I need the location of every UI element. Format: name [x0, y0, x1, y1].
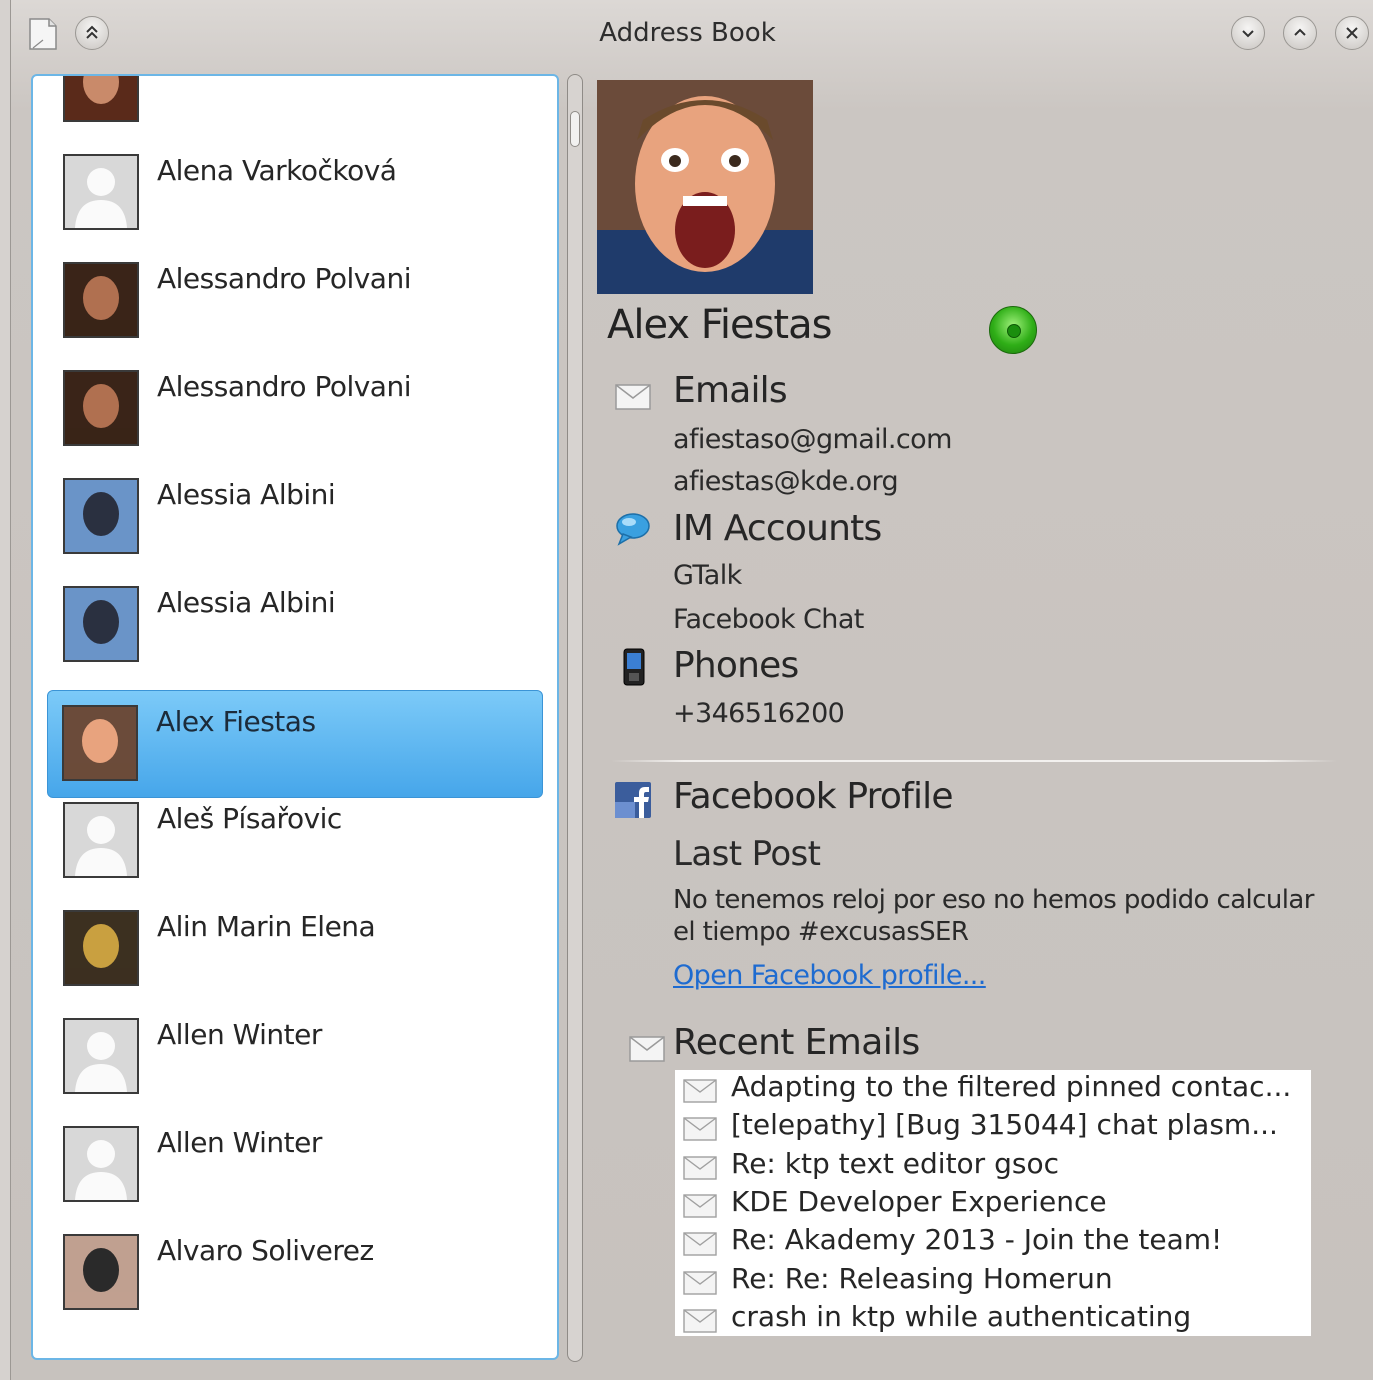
recent-email-subject: Re: Re: Releasing Homerun — [731, 1261, 1113, 1295]
avatar — [62, 705, 138, 781]
contact-list[interactable]: Alena Varkočková Alena Varkočková Alessand… — [31, 74, 559, 1360]
scrollbar-thumb[interactable] — [570, 111, 580, 147]
contact-list-item[interactable]: Alessia Albini — [49, 572, 545, 680]
contact-list-item[interactable]: Alena Varkočková — [49, 76, 545, 140]
avatar — [63, 1018, 139, 1094]
recent-emails-list[interactable]: Adapting to the filtered pinned contac..… — [675, 1070, 1311, 1336]
contact-list-item[interactable]: Alessia Albini — [49, 464, 545, 572]
contact-name-label: Allen Winter — [157, 1018, 322, 1051]
user-placeholder-icon — [65, 1128, 137, 1200]
contact-name-label: Alessia Albini — [157, 586, 336, 619]
avatar — [63, 586, 139, 662]
recent-email-subject: KDE Developer Experience — [731, 1184, 1107, 1218]
contact-list-item[interactable]: Alessandro Polvani — [49, 248, 545, 356]
recent-email-subject: Re: ktp text editor gsoc — [731, 1146, 1059, 1180]
address-book-window: Address Book Alena VarkočkováAlena Varko… — [10, 0, 1373, 1380]
emails-title: Emails — [673, 370, 788, 411]
chat-bubble-icon — [616, 513, 650, 546]
email-address[interactable]: afiestas@kde.org — [673, 466, 899, 497]
user-placeholder-icon — [65, 1020, 137, 1092]
avatar — [63, 1126, 139, 1202]
contact-name-label: Alessandro Polvani — [157, 370, 412, 403]
recent-email-subject: [telepathy] [Bug 315044] chat plasm... — [731, 1108, 1278, 1142]
avatar — [63, 76, 139, 122]
facebook-icon — [615, 782, 651, 818]
recent-email-item[interactable]: Re: Re: Releasing Homerun — [675, 1262, 1311, 1300]
recent-email-subject: Re: Akademy 2013 - Join the team! — [731, 1223, 1223, 1257]
close-button[interactable] — [1335, 16, 1369, 50]
recent-email-item[interactable]: KDE Developer Experience — [675, 1185, 1311, 1223]
avatar — [63, 370, 139, 446]
user-placeholder-icon — [65, 156, 137, 228]
avatar — [63, 802, 139, 878]
im-accounts-title: IM Accounts — [673, 508, 882, 549]
email-icon — [683, 1194, 717, 1218]
open-facebook-profile-link[interactable]: Open Facebook profile... — [673, 960, 986, 991]
avatar — [63, 154, 139, 230]
phones-title: Phones — [673, 645, 799, 686]
contact-name-label: Alena Varkočková — [157, 154, 397, 187]
contact-name: Alex Fiestas — [607, 302, 832, 348]
phone-icon — [623, 648, 645, 686]
recent-email-item[interactable]: Re: Akademy 2013 - Join the team! — [675, 1223, 1311, 1261]
contact-name-label: Alessia Albini — [157, 478, 336, 511]
contact-name-label: Alvaro Soliverez — [157, 1234, 374, 1267]
email-icon — [683, 1232, 717, 1256]
contact-list-item[interactable]: Alena Varkočková — [49, 140, 545, 248]
chevron-down-icon — [1242, 30, 1254, 38]
close-icon — [1346, 27, 1358, 39]
last-post-title: Last Post — [673, 834, 821, 874]
contact-name-label: Alena Varkočková — [157, 76, 397, 79]
email-icon — [683, 1155, 717, 1180]
contact-list-item[interactable]: Aleš Písařovic — [49, 788, 545, 896]
contact-list-scrollbar[interactable] — [567, 74, 583, 1362]
contact-list-item[interactable]: Alin Marin Elena — [49, 896, 545, 1004]
window-title: Address Book — [599, 18, 776, 48]
recent-email-item[interactable]: Adapting to the filtered pinned contac..… — [675, 1070, 1311, 1108]
facebook-profile-title: Facebook Profile — [673, 776, 954, 817]
title-bar[interactable]: Address Book — [11, 0, 1373, 70]
avatar — [63, 262, 139, 338]
contact-list-item[interactable]: Allen Winter — [49, 1004, 545, 1112]
contact-photo — [597, 80, 813, 294]
recent-email-subject: Adapting to the filtered pinned contac..… — [731, 1070, 1292, 1103]
recent-email-item[interactable]: Re: ktp text editor gsoc — [675, 1147, 1311, 1185]
contact-name-label: Alex Fiestas — [156, 705, 316, 738]
recent-email-item[interactable]: crash in ktp while authenticating — [675, 1300, 1311, 1338]
email-address[interactable]: afiestaso@gmail.com — [673, 424, 952, 455]
email-icon — [629, 1036, 665, 1062]
recent-email-subject: crash in ktp while authenticating — [731, 1299, 1192, 1333]
recent-email-item[interactable]: [telepathy] [Bug 315044] chat plasm... — [675, 1108, 1311, 1146]
contact-list-item[interactable]: Alex Fiestas — [47, 690, 543, 798]
email-icon — [615, 384, 651, 410]
contact-name-label: Allen Winter — [157, 1126, 322, 1159]
avatar — [63, 1234, 139, 1310]
avatar — [63, 478, 139, 554]
avatar — [63, 910, 139, 986]
section-divider — [611, 760, 1337, 762]
email-icon — [683, 1079, 717, 1103]
email-icon — [683, 1270, 717, 1295]
email-icon — [683, 1117, 717, 1141]
minimize-button[interactable] — [1231, 16, 1265, 50]
last-post-text: No tenemos reloj por eso no hemos podido… — [673, 885, 1314, 947]
email-icon — [683, 1309, 717, 1333]
contact-list-item[interactable]: Allen Winter — [49, 1112, 545, 1220]
maximize-button[interactable] — [1283, 16, 1317, 50]
chevron-up-icon — [1294, 28, 1306, 36]
contact-name-label: Alin Marin Elena — [157, 910, 376, 943]
im-account: GTalk — [673, 560, 742, 591]
contact-name-label: Aleš Písařovic — [157, 802, 342, 835]
recent-emails-title: Recent Emails — [673, 1022, 920, 1063]
contact-name-label: Alessandro Polvani — [157, 262, 412, 295]
contact-list-item[interactable]: Alessandro Polvani — [49, 356, 545, 464]
presence-online-icon — [989, 306, 1037, 354]
contact-list-item[interactable]: Alvaro Soliverez — [49, 1220, 545, 1328]
phone-number[interactable]: +346516200 — [673, 698, 845, 729]
im-account: Facebook Chat — [673, 604, 864, 635]
user-placeholder-icon — [65, 804, 137, 876]
